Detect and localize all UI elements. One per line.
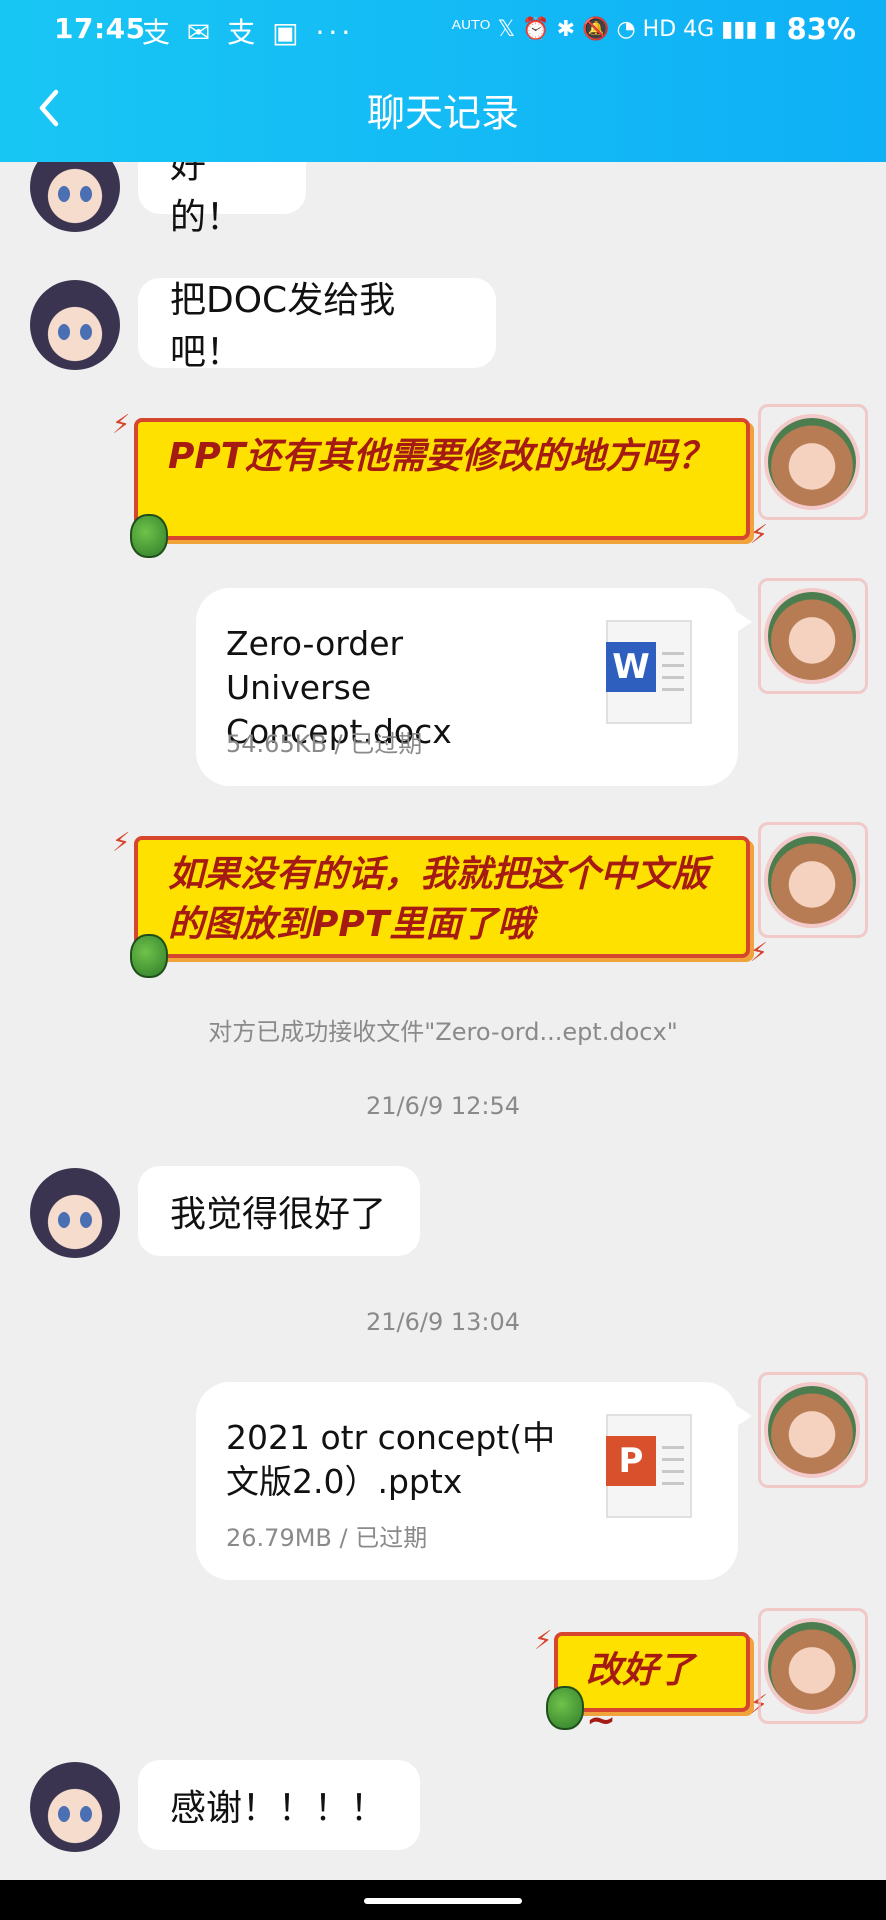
contact-avatar[interactable]	[30, 162, 120, 232]
gesture-bar	[0, 1880, 886, 1920]
spark-icon: ⚡	[534, 1626, 553, 1656]
my-avatar[interactable]	[758, 578, 868, 694]
message-bubble[interactable]: 好的！	[138, 162, 306, 238]
notification-icons: 支 ✉ 支 ▣ ···	[142, 16, 355, 49]
timestamp: 21/6/9 12:54	[365, 1092, 521, 1120]
file-received-notice: 对方已成功接收文件"Zero-ord...ept.docx"	[208, 1018, 678, 1046]
timestamp: 21/6/9 13:04	[365, 1308, 521, 1336]
home-indicator[interactable]	[364, 1898, 522, 1904]
grenade-icon	[130, 934, 168, 978]
my-avatar[interactable]	[758, 404, 868, 520]
my-avatar[interactable]	[758, 1372, 868, 1488]
chat-history[interactable]: 好的！ 把DOC发给我吧！ PPT还有其他需要修改的地方吗？ ⚡ ⚡ Zero-…	[0, 162, 886, 1880]
file-meta: 54.65KB / 已过期	[226, 730, 423, 758]
top-bar: 17:45 支 ✉ 支 ▣ ··· ᴬᵁᵀᴼ 𝕏 ⏰ ✱ 🔕 ◔ HD 4G ▮…	[0, 0, 886, 162]
grenade-icon	[546, 1686, 584, 1730]
battery-percentage: 83%	[786, 12, 856, 46]
word-icon: W	[606, 620, 692, 724]
sticker-message-bubble[interactable]: PPT还有其他需要修改的地方吗？ ⚡ ⚡	[112, 410, 768, 550]
my-avatar[interactable]	[758, 1608, 868, 1724]
sticker-message-text: PPT还有其他需要修改的地方吗？	[168, 436, 714, 477]
word-badge: W	[606, 642, 656, 692]
sticker-message-text: 改好了~	[586, 1650, 695, 1741]
contact-avatar[interactable]	[30, 280, 120, 370]
file-message-card[interactable]: 2021 otr concept(中文版2.0）.pptx 26.79MB / …	[196, 1382, 752, 1580]
my-avatar[interactable]	[758, 822, 868, 938]
status-bar: 17:45 支 ✉ 支 ▣ ··· ᴬᵁᵀᴼ 𝕏 ⏰ ✱ 🔕 ◔ HD 4G ▮…	[0, 0, 886, 58]
system-icons: ᴬᵁᵀᴼ 𝕏 ⏰ ✱ 🔕 ◔ HD 4G ▮▮▮ ▮	[451, 16, 777, 42]
message-bubble[interactable]: 把DOC发给我吧！	[138, 278, 496, 373]
page-title: 聊天记录	[366, 91, 519, 135]
powerpoint-badge: P	[606, 1436, 656, 1486]
grenade-icon	[130, 514, 168, 558]
contact-avatar[interactable]	[30, 1168, 120, 1258]
status-time: 17:45	[54, 12, 146, 45]
powerpoint-icon: P	[606, 1414, 692, 1518]
file-name: 2021 otr concept(中文版2.0）.pptx	[226, 1418, 556, 1501]
file-meta: 26.79MB / 已过期	[226, 1524, 428, 1552]
status-right-icons: ᴬᵁᵀᴼ 𝕏 ⏰ ✱ 🔕 ◔ HD 4G ▮▮▮ ▮ 83%	[452, 12, 856, 46]
sticker-message-text: 如果没有的话，我就把这个中文版的图放到PPT里面了哦	[168, 854, 709, 945]
spark-icon: ⚡	[112, 410, 131, 440]
sticker-message-bubble[interactable]: 如果没有的话，我就把这个中文版的图放到PPT里面了哦 ⚡ ⚡	[112, 828, 768, 968]
message-bubble[interactable]: 我觉得很好了	[138, 1166, 420, 1256]
message-bubble[interactable]: 感谢！！！！	[138, 1760, 420, 1850]
file-message-card[interactable]: Zero-order Universe Concept.docx 54.65KB…	[196, 588, 752, 786]
spark-icon: ⚡	[112, 828, 131, 858]
contact-avatar[interactable]	[30, 1762, 120, 1852]
nav-bar: 聊天记录	[0, 62, 886, 152]
